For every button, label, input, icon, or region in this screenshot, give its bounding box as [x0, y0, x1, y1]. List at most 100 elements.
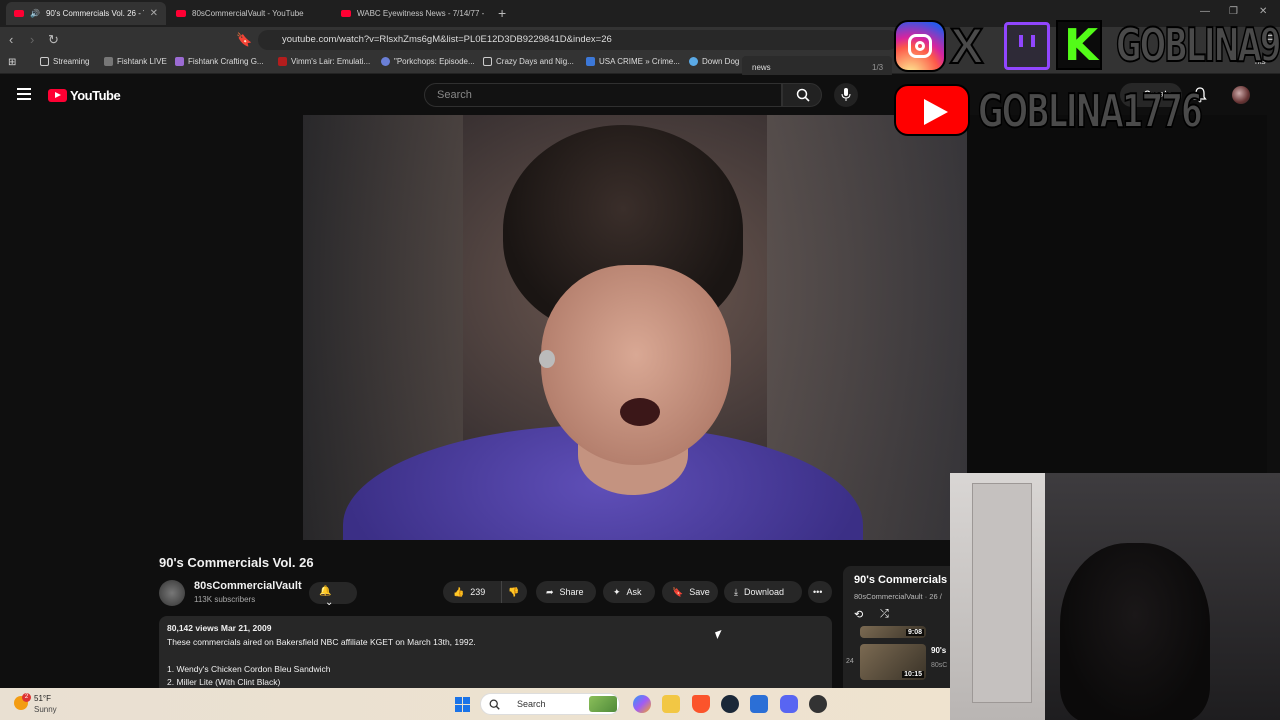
- description-box[interactable]: 80,142 views Mar 21, 2009 These commerci…: [159, 616, 832, 696]
- copilot-icon[interactable]: [633, 695, 651, 713]
- tab-2[interactable]: 80sCommercialVault - YouTube: [168, 2, 328, 25]
- share-icon: ➦: [546, 586, 554, 597]
- video-player[interactable]: [303, 115, 967, 540]
- address-bar[interactable]: youtube.com/watch?v=RlsxhZms6gM&list=PL0…: [258, 30, 898, 50]
- site-icon: [278, 57, 287, 66]
- notepad-icon[interactable]: [750, 695, 768, 713]
- bookmark-crazy-days[interactable]: Crazy Days and Nig...: [483, 57, 574, 66]
- discord-icon[interactable]: [780, 695, 798, 713]
- playlist-thumbnail[interactable]: 10:15: [860, 644, 926, 680]
- windows-start-icon[interactable]: [455, 697, 471, 713]
- description-line: 1. Wendy's Chicken Cordon Bleu Sandwich: [167, 663, 331, 674]
- youtube-wordmark: YouTube: [70, 88, 121, 103]
- brave-browser-icon[interactable]: [692, 695, 710, 713]
- video-duration: 9:08: [905, 629, 924, 636]
- voice-search-button[interactable]: [834, 83, 858, 107]
- instagram-icon: [894, 20, 946, 72]
- download-button[interactable]: ⤓ Download: [724, 581, 802, 603]
- bookmark-icon[interactable]: 🔖: [236, 32, 252, 48]
- site-icon: [689, 57, 698, 66]
- tab-1[interactable]: 🔊 90's Commercials Vol. 26 - Yo ✕: [6, 2, 166, 25]
- steam-icon[interactable]: [721, 695, 739, 713]
- hamburger-menu-icon[interactable]: [17, 88, 31, 103]
- like-count: 239: [470, 587, 486, 597]
- bookmark-usa-crime[interactable]: USA CRIME » Crime...: [586, 57, 680, 66]
- obs-icon[interactable]: [809, 695, 827, 713]
- channel-avatar[interactable]: [159, 580, 185, 606]
- file-explorer-icon[interactable]: [662, 695, 680, 713]
- webcam-overlay: [950, 473, 1280, 720]
- handle-top: GOBLINA911: [1115, 17, 1280, 73]
- x-icon: X: [949, 17, 984, 75]
- video-title: 90's Commercials Vol. 26: [159, 555, 314, 570]
- search-icon: [489, 699, 500, 710]
- site-icon: [381, 57, 390, 66]
- youtube-logo[interactable]: YouTube: [48, 88, 121, 103]
- subscription-bell-button[interactable]: 🔔 ⌄: [309, 582, 357, 608]
- playlist-title[interactable]: 90's Commercials: [854, 574, 947, 586]
- youtube-favicon-icon: [176, 10, 186, 17]
- playlist-item-channel: 80sC: [931, 662, 948, 669]
- description-line: These commercials aired on Bakersfield N…: [167, 636, 476, 647]
- thumbs-up-icon: 👍: [453, 586, 465, 597]
- taskbar-search[interactable]: Search: [480, 693, 620, 715]
- handle-bottom: GOBLINA1776: [977, 83, 1203, 139]
- subscriber-count: 113K subscribers: [194, 595, 256, 604]
- more-actions-button[interactable]: •••: [808, 581, 832, 603]
- tab-1-label: 90's Commercials Vol. 26 - Yo: [45, 9, 144, 18]
- youtube-icon: [894, 84, 970, 136]
- shuffle-icon[interactable]: ⤮: [880, 608, 889, 621]
- playlist-index: 24: [846, 658, 854, 665]
- channel-name[interactable]: 80sCommercialVault: [194, 580, 302, 592]
- playlist-item-title[interactable]: 90's: [931, 646, 946, 655]
- webcam-frame-shape: [972, 483, 1032, 703]
- reload-icon[interactable]: ↻: [48, 32, 59, 48]
- bookmark-down-dog[interactable]: Down Dog: [689, 57, 739, 66]
- microphone-icon: [841, 88, 851, 101]
- new-tab-button[interactable]: +: [498, 5, 506, 21]
- video-frame-shape: [620, 398, 660, 426]
- youtube-favicon-icon: [341, 10, 351, 17]
- kick-icon: K: [1056, 20, 1102, 70]
- weather-badge: 2: [22, 693, 31, 702]
- search-input[interactable]: Search: [424, 83, 782, 107]
- close-icon[interactable]: ✕: [150, 8, 158, 19]
- ask-button[interactable]: ✦ Ask: [603, 581, 655, 603]
- playlist-thumbnail[interactable]: 9:08: [860, 626, 926, 638]
- speaker-icon: 🔊: [30, 9, 40, 18]
- search-icon: [796, 88, 810, 102]
- dislike-button[interactable]: 👎: [501, 581, 527, 603]
- bookmark-fishtank-live[interactable]: Fishtank LIVE: [104, 57, 167, 66]
- bookmark-streaming[interactable]: Streaming: [40, 57, 89, 66]
- more-horizontal-icon: •••: [813, 587, 823, 597]
- secondary-column: [967, 115, 1267, 475]
- site-icon: [586, 57, 595, 66]
- loop-icon[interactable]: ⟲: [854, 608, 863, 621]
- bookmark-vimms-lair[interactable]: Vimm's Lair: Emulati...: [278, 57, 370, 66]
- tab-3-label: WABC Eyewitness News - 7/14/77 - Y: [357, 9, 485, 18]
- tab-3[interactable]: WABC Eyewitness News - 7/14/77 - Y: [333, 2, 493, 25]
- search-button[interactable]: [782, 83, 822, 107]
- twitch-icon: [1004, 22, 1050, 70]
- screen: 🔊 90's Commercials Vol. 26 - Yo ✕ 80sCom…: [0, 0, 1280, 720]
- views-and-date: 80,142 views Mar 21, 2009: [167, 623, 272, 633]
- back-icon[interactable]: ‹: [9, 32, 13, 47]
- share-button[interactable]: ➦ Share: [536, 581, 596, 603]
- tab-2-label: 80sCommercialVault - YouTube: [192, 9, 304, 18]
- taskbar: 2 51°F Sunny Search: [0, 688, 950, 720]
- video-frame-shape: [541, 265, 731, 465]
- download-icon: ⤓: [734, 586, 738, 597]
- save-button[interactable]: 🔖 Save: [662, 581, 718, 603]
- youtube-favicon-icon: [14, 10, 24, 17]
- forward-icon[interactable]: ›: [30, 32, 34, 47]
- thumbs-down-icon: 👎: [508, 586, 520, 597]
- description-line: [167, 649, 824, 663]
- playlist-subtitle: 80sCommercialVault · 26 /: [854, 592, 942, 601]
- like-button[interactable]: 👍 239: [443, 581, 501, 603]
- find-query[interactable]: news: [752, 63, 771, 72]
- apps-grid-icon[interactable]: ⊞: [8, 57, 16, 68]
- page-icon: [483, 57, 492, 66]
- bookmark-porkchops[interactable]: "Porkchops: Episode...: [381, 57, 475, 66]
- fish-icon: [104, 57, 113, 66]
- bookmark-fishtank-crafting[interactable]: Fishtank Crafting G...: [175, 57, 264, 66]
